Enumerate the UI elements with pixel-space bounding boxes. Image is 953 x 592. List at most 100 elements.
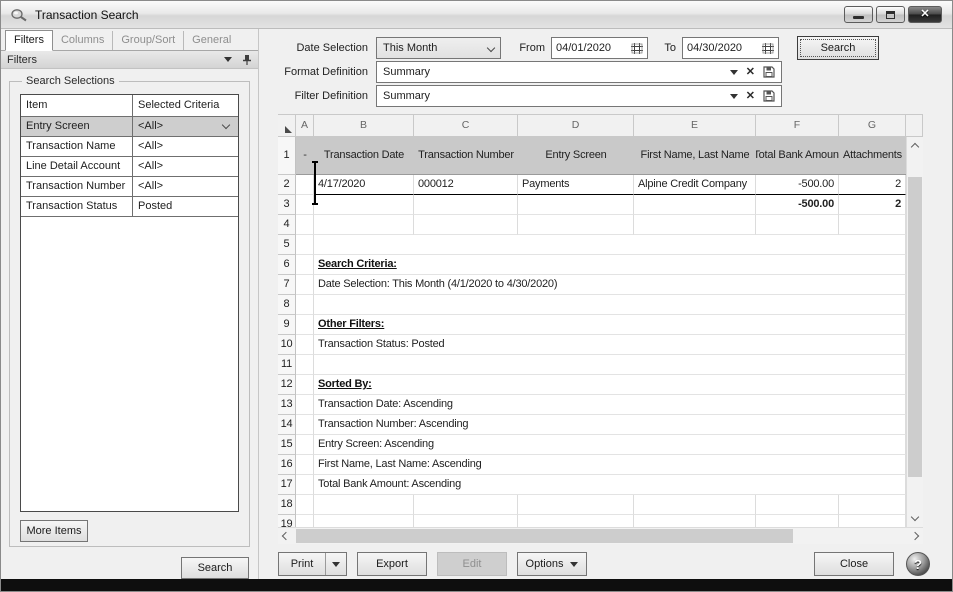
row-number[interactable]: 5 [278,235,296,255]
column-letter[interactable]: D [518,114,634,137]
report-heading[interactable]: Sorted By: [314,375,906,395]
close-button[interactable]: Close [814,552,894,576]
criteria-value[interactable]: Posted [133,197,238,216]
grid-cell[interactable] [296,355,314,375]
scroll-left-icon[interactable] [282,532,290,540]
row-number[interactable]: 13 [278,395,296,415]
grid-cell[interactable]: 2 [839,175,906,195]
search-button[interactable]: Search [797,36,879,60]
format-definition-dropdown[interactable]: Summary ✕ [376,61,782,83]
grid-cell[interactable] [296,495,314,515]
tab-columns[interactable]: Columns [53,31,112,50]
grid-cell[interactable] [296,375,314,395]
header-total-bank-amount[interactable]: Total Bank Amount [756,137,839,175]
report-text[interactable]: Date Selection: This Month (4/1/2020 to … [314,275,906,295]
row-number[interactable]: 17 [278,475,296,495]
row-number[interactable]: 12 [278,375,296,395]
help-button[interactable]: ? [906,552,930,576]
grid-cell[interactable] [839,495,906,515]
select-all-corner[interactable] [278,114,296,137]
grid-cell[interactable] [296,455,314,475]
column-letter[interactable]: G [839,114,906,137]
grid-cell[interactable] [634,515,756,527]
print-button[interactable]: Print [279,553,325,575]
criteria-value[interactable]: <All> [133,137,238,156]
grid-cell[interactable] [518,215,634,235]
column-letter[interactable]: A [296,114,314,137]
grid-cell[interactable] [839,215,906,235]
grid-cell[interactable] [314,355,906,375]
row-number[interactable]: 2 [278,175,296,195]
report-heading[interactable]: Other Filters: [314,315,906,335]
column-letter[interactable]: B [314,114,414,137]
header-transaction-date[interactable]: Transaction Date [314,137,414,175]
column-letter[interactable]: E [634,114,756,137]
scroll-up-icon[interactable] [911,143,919,151]
tab-filters[interactable]: Filters [5,30,53,51]
grid-cell[interactable] [414,515,518,527]
grid-cell[interactable] [756,215,839,235]
grid-cell[interactable] [414,495,518,515]
report-heading[interactable]: Search Criteria: [314,255,906,275]
grid-cell[interactable]: Alpine Credit Company [634,175,756,195]
grid-cell[interactable] [296,255,314,275]
row-number[interactable]: 6 [278,255,296,275]
row-number[interactable]: 16 [278,455,296,475]
row-number[interactable]: 18 [278,495,296,515]
row-number[interactable]: 7 [278,275,296,295]
vertical-scrollbar[interactable] [906,137,923,527]
row-number[interactable]: 9 [278,315,296,335]
header-attachments[interactable]: Attachments [839,137,906,175]
options-button[interactable]: Options [517,552,587,576]
grid-cell[interactable] [314,295,906,315]
grid-cell[interactable] [296,275,314,295]
maximize-button[interactable] [876,6,905,23]
report-text[interactable]: Transaction Number: Ascending [314,415,906,435]
row-number[interactable]: 3 [278,195,296,215]
header-entry-screen[interactable]: Entry Screen [518,137,634,175]
grid-cell[interactable] [296,175,314,195]
column-letter[interactable]: F [756,114,839,137]
grid-cell[interactable] [414,195,518,215]
grid-cell[interactable]: Payments [518,175,634,195]
criteria-row-entry-screen[interactable]: Entry Screen <All> [21,117,238,137]
vertical-scrollbar-thumb[interactable] [908,177,922,477]
save-icon[interactable] [763,66,775,78]
criteria-row-transaction-name[interactable]: Transaction Name <All> [21,137,238,157]
calendar-icon[interactable] [762,43,774,54]
date-selection-dropdown[interactable]: This Month [376,37,501,59]
grid-cell[interactable] [296,515,314,527]
from-date-field[interactable]: 04/01/2020 [551,37,648,59]
criteria-value[interactable]: <All> [133,177,238,196]
report-text[interactable]: Transaction Date: Ascending [314,395,906,415]
print-dropdown-button[interactable] [325,553,346,575]
sidebar-search-button[interactable]: Search [181,557,249,579]
criteria-row-transaction-number[interactable]: Transaction Number <All> [21,177,238,197]
chevron-down-icon[interactable] [224,57,232,62]
row-number[interactable]: 15 [278,435,296,455]
horizontal-scrollbar[interactable] [278,527,923,544]
grid-cell[interactable] [518,515,634,527]
scroll-right-icon[interactable] [911,532,919,540]
criteria-value[interactable]: <All> [138,120,163,132]
grid-cell[interactable] [296,315,314,335]
tab-group-sort[interactable]: Group/Sort [112,31,183,50]
grid-cell[interactable] [634,215,756,235]
grid-cell[interactable] [634,495,756,515]
report-text[interactable]: Entry Screen: Ascending [314,435,906,455]
chevron-down-icon[interactable] [730,70,738,75]
chevron-down-icon[interactable] [730,94,738,99]
row-number[interactable]: 14 [278,415,296,435]
grid-cell[interactable] [314,215,414,235]
outline-collapse-button[interactable]: - [296,137,314,175]
criteria-value[interactable]: <All> [133,157,238,176]
column-letter[interactable]: C [414,114,518,137]
save-icon[interactable] [763,90,775,102]
grid-cell-total[interactable]: 2 [839,195,906,215]
grid-cell[interactable] [518,495,634,515]
grid-cell[interactable] [296,415,314,435]
export-button[interactable]: Export [357,552,427,576]
grid-cell[interactable] [296,195,314,215]
row-number[interactable]: 1 [278,137,296,175]
row-number[interactable]: 10 [278,335,296,355]
